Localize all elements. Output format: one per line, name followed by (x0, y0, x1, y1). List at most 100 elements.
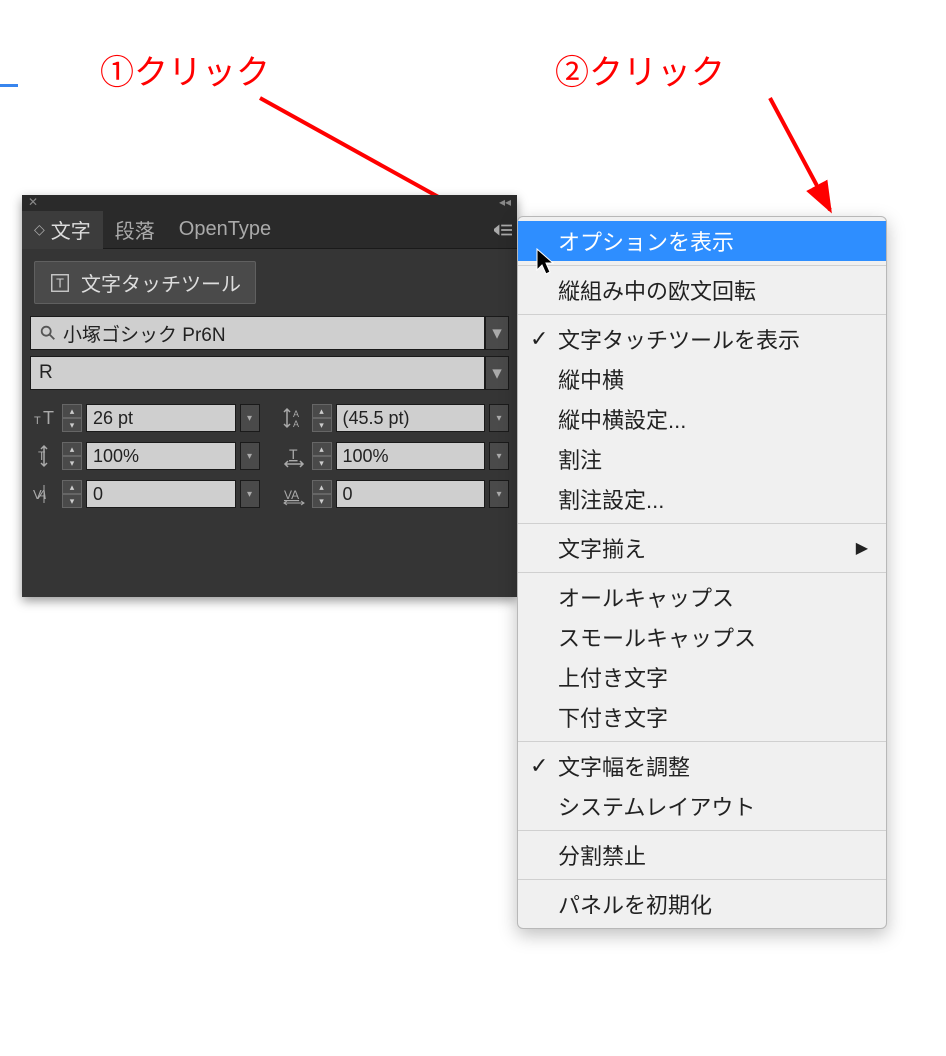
kerning-field[interactable]: 0 (86, 480, 236, 508)
menu-item[interactable]: 割注 (518, 439, 886, 479)
controls-grid: TT ▴▾ 26 pt ▾ AA ▴▾ (45.5 pt) ▾ T ▴▾ 100… (30, 404, 509, 508)
menu-item[interactable]: オプションを表示 (518, 221, 886, 261)
vert-scale-field[interactable]: 100% (86, 442, 236, 470)
menu-item-label: 分割禁止 (558, 839, 646, 871)
updown-icon: ◇ (34, 221, 45, 238)
font-style-value: R (39, 362, 53, 384)
svg-text:T: T (56, 275, 64, 290)
menu-item-label: 文字幅を調整 (558, 750, 690, 782)
menu-item[interactable]: スモールキャップス (518, 617, 886, 657)
panel-body: T 文字タッチツール 小塚ゴシック Pr6N ▾ R ▾ TT ▴▾ 26 pt… (22, 249, 517, 516)
tracking-field[interactable]: 0 (336, 480, 486, 508)
decorative-line (0, 84, 18, 87)
tab-label: OpenType (179, 218, 271, 241)
svg-text:A: A (293, 409, 299, 419)
horiz-scale-control: T ▴▾ 100% ▾ (280, 442, 510, 470)
stepper[interactable]: ▴▾ (62, 480, 82, 508)
tracking-control: VA ▴▾ 0 ▾ (280, 480, 510, 508)
dropdown-button[interactable]: ▾ (240, 480, 260, 508)
tab-label: 文字 (51, 215, 91, 244)
menu-item-label: 下付き文字 (558, 701, 668, 733)
menu-item[interactable]: ✓ 文字タッチツールを表示 (518, 319, 886, 359)
touch-type-tool-button[interactable]: T 文字タッチツール (34, 261, 256, 304)
menu-item-label: 文字揃え (558, 532, 646, 564)
menu-item[interactable]: 縦中横設定... (518, 399, 886, 439)
close-icon[interactable]: ✕ (28, 195, 38, 209)
font-style-dropdown[interactable]: ▾ (485, 356, 509, 390)
dropdown-button[interactable]: ▾ (240, 442, 260, 470)
stepper[interactable]: ▴▾ (312, 404, 332, 432)
horiz-scale-icon: T (280, 443, 308, 469)
menu-item[interactable]: 文字揃え ▶ (518, 528, 886, 568)
menu-item[interactable]: ✓ 文字幅を調整 (518, 746, 886, 786)
tab-label: 段落 (115, 215, 155, 244)
kerning-control: VA ▴▾ 0 ▾ (30, 480, 260, 508)
leading-field[interactable]: (45.5 pt) (336, 404, 486, 432)
panel-tabs: ◇ 文字 段落 OpenType (22, 211, 517, 249)
menu-item-label: オプションを表示 (558, 225, 734, 257)
menu-separator (518, 830, 886, 831)
flyout-menu-button[interactable] (489, 211, 517, 249)
menu-item-label: 縦中横設定... (558, 403, 686, 435)
leading-icon: AA (280, 405, 308, 431)
panel-titlebar[interactable]: ✕ ◂◂ (22, 195, 517, 211)
annotation-2: ②クリック (555, 45, 725, 94)
menu-item-label: スモールキャップス (558, 621, 756, 653)
font-name-value: 小塚ゴシック Pr6N (63, 320, 226, 347)
menu-item[interactable]: オールキャップス (518, 577, 886, 617)
menu-item[interactable]: 上付き文字 (518, 657, 886, 697)
vert-scale-icon: T (30, 443, 58, 469)
collapse-icon[interactable]: ◂◂ (499, 195, 511, 209)
menu-item-label: 割注設定... (558, 483, 664, 515)
menu-item-label: 文字タッチツールを表示 (558, 323, 800, 355)
tab-character[interactable]: ◇ 文字 (22, 211, 103, 249)
svg-text:VA: VA (284, 488, 299, 502)
svg-text:A: A (293, 419, 299, 429)
annotation-1: ①クリック (100, 45, 270, 94)
tracking-icon: VA (280, 481, 308, 507)
menu-item[interactable]: 割注設定... (518, 479, 886, 519)
menu-item-label: 縦組み中の欧文回転 (558, 274, 756, 306)
check-icon: ✓ (530, 326, 548, 352)
font-style-field[interactable]: R (30, 356, 485, 390)
check-icon: ✓ (530, 753, 548, 779)
menu-item-label: 縦中横 (558, 363, 624, 395)
button-label: 文字タッチツール (81, 268, 241, 297)
stepper[interactable]: ▴▾ (62, 404, 82, 432)
font-family-dropdown[interactable]: ▾ (485, 316, 509, 350)
dropdown-button[interactable]: ▾ (489, 442, 509, 470)
font-size-control: TT ▴▾ 26 pt ▾ (30, 404, 260, 432)
menu-item[interactable]: 分割禁止 (518, 835, 886, 875)
menu-item-label: 割注 (558, 443, 602, 475)
vert-scale-control: T ▴▾ 100% ▾ (30, 442, 260, 470)
svg-text:T: T (34, 415, 41, 427)
font-size-icon: TT (30, 405, 58, 431)
arrow-2 (680, 90, 880, 230)
menu-item[interactable]: 下付き文字 (518, 697, 886, 737)
menu-item-label: オールキャップス (558, 581, 734, 613)
leading-control: AA ▴▾ (45.5 pt) ▾ (280, 404, 510, 432)
stepper[interactable]: ▴▾ (312, 480, 332, 508)
horiz-scale-field[interactable]: 100% (336, 442, 486, 470)
flyout-menu: オプションを表示縦組み中の欧文回転 ✓ 文字タッチツールを表示縦中横縦中横設定...… (517, 216, 887, 929)
menu-item[interactable]: パネルを初期化 (518, 884, 886, 924)
menu-item[interactable]: システムレイアウト (518, 786, 886, 826)
menu-item-label: システムレイアウト (558, 790, 755, 822)
dropdown-button[interactable]: ▾ (489, 480, 509, 508)
tab-paragraph[interactable]: 段落 (103, 211, 167, 249)
menu-separator (518, 314, 886, 315)
stepper[interactable]: ▴▾ (62, 442, 82, 470)
submenu-arrow-icon: ▶ (856, 538, 868, 558)
menu-separator (518, 523, 886, 524)
dropdown-button[interactable]: ▾ (489, 404, 509, 432)
stepper[interactable]: ▴▾ (312, 442, 332, 470)
menu-item[interactable]: 縦組み中の欧文回転 (518, 270, 886, 310)
menu-item[interactable]: 縦中横 (518, 359, 886, 399)
tab-opentype[interactable]: OpenType (167, 211, 283, 249)
font-family-field[interactable]: 小塚ゴシック Pr6N (30, 316, 485, 350)
font-size-field[interactable]: 26 pt (86, 404, 236, 432)
menu-separator (518, 265, 886, 266)
menu-item-label: 上付き文字 (558, 661, 668, 693)
touch-type-icon: T (49, 272, 71, 294)
dropdown-button[interactable]: ▾ (240, 404, 260, 432)
